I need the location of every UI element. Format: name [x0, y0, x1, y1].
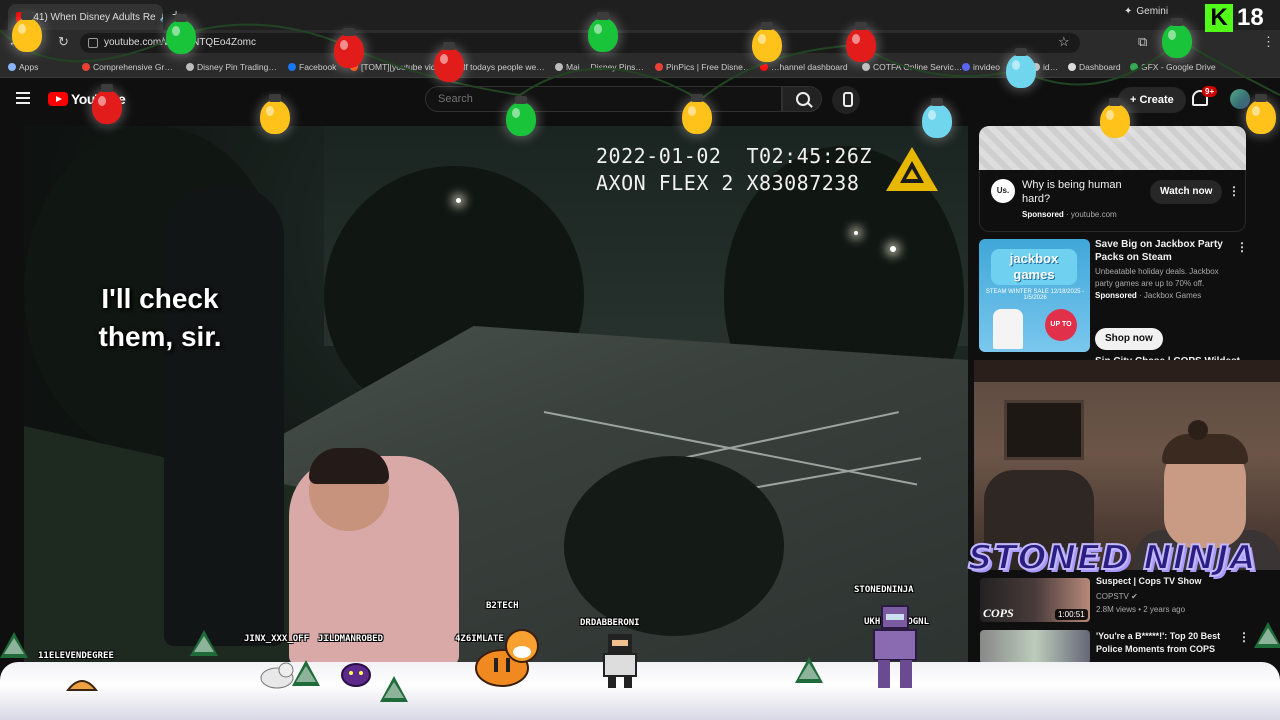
- street-light: [456, 198, 461, 203]
- more-options-icon[interactable]: ⋮: [1236, 240, 1248, 254]
- light-string-wire: [0, 23, 1280, 102]
- more-options-icon[interactable]: ⋮: [1238, 630, 1250, 644]
- christmas-bulb-icon: [434, 42, 464, 82]
- viewer-count: 18: [1237, 4, 1264, 31]
- shop-now-button[interactable]: Shop now: [1095, 328, 1163, 350]
- christmas-bulb-icon: [506, 96, 536, 136]
- christmas-bulb-icon: [260, 94, 290, 134]
- timestamp-line-1: 2022-01-02 T02:45:26Z: [596, 144, 872, 168]
- video-scene-bush: [564, 456, 784, 636]
- christmas-bulb-icon: [1162, 18, 1192, 58]
- jackbox-sale-dates: STEAM WINTER SALE 12/18/2025 - 1/5/2026: [985, 289, 1085, 301]
- axon-logo-icon: [886, 147, 938, 191]
- christmas-bulb-icon: [682, 94, 712, 134]
- christmas-bulb-icon: [922, 98, 952, 138]
- webcam-streamer-hair: [1162, 434, 1248, 464]
- verified-icon: ✔: [1131, 592, 1138, 601]
- webcam-shelf: [974, 360, 1280, 382]
- ad-description: Unbeatable holiday deals. Jackbox party …: [1095, 267, 1219, 288]
- watch-now-button[interactable]: Watch now: [1150, 180, 1223, 204]
- christmas-bulb-icon: [846, 22, 876, 62]
- channel-name: COPSTV: [1096, 592, 1129, 601]
- webcam-streamer-bun: [1188, 420, 1208, 440]
- chatter-name: DRDABBERONI: [580, 618, 640, 628]
- street-light: [890, 246, 896, 252]
- bodycam-timestamp: 2022-01-02 T02:45:26Z AXON FLEX 2 X83087…: [596, 143, 872, 197]
- christmas-bulb-icon: [1246, 94, 1276, 134]
- avatar-ninja-sprite: [603, 634, 637, 688]
- related-video-thumbnail[interactable]: [980, 630, 1090, 664]
- video-caption: I'll check them, sir.: [98, 283, 222, 352]
- seated-person-hair: [309, 448, 389, 484]
- stream-title-overlay: STONED NINJA: [967, 537, 1257, 579]
- webcam-monitor: [1004, 400, 1084, 460]
- more-options-icon[interactable]: ⋮: [1228, 184, 1240, 198]
- ad-title[interactable]: Why is being human hard?: [1022, 178, 1132, 206]
- avatar-monster-sprite: [341, 663, 371, 687]
- sponsored-ad-card[interactable]: Us. Why is being human hard? Sponsored ·…: [979, 170, 1246, 232]
- christmas-bulb-icon: [92, 84, 122, 124]
- christmas-bulb-icon: [1006, 48, 1036, 88]
- christmas-bulb-icon: [752, 22, 782, 62]
- kick-viewer-count: K 18: [1205, 4, 1264, 32]
- related-video-title[interactable]: 'You're a B*****!': Top 20 Best Police M…: [1096, 630, 1236, 656]
- ad-source: Jackbox Games: [1143, 291, 1202, 300]
- avatar-hat-sprite: [66, 680, 98, 691]
- sponsored-label: Sponsored: [1095, 291, 1137, 300]
- pine-tree-icon: [292, 660, 320, 686]
- related-video-channel[interactable]: COPSTV ✔: [1096, 592, 1138, 601]
- pine-tree-icon: [380, 676, 408, 702]
- pine-tree-icon: [795, 657, 823, 683]
- christmas-bulb-icon: [1100, 98, 1130, 138]
- timestamp-line-2: AXON FLEX 2 X83087238: [596, 171, 860, 195]
- chatter-name: JINX_XXX_OFF: [244, 634, 310, 644]
- kick-logo-icon: K: [1205, 4, 1233, 32]
- christmas-bulb-icon: [166, 14, 196, 54]
- jackbox-ad-thumbnail[interactable]: jackbox games STEAM WINTER SALE 12/18/20…: [979, 239, 1090, 352]
- video-player[interactable]: [24, 126, 968, 666]
- christmas-bulb-icon: [334, 28, 364, 68]
- street-light: [854, 231, 858, 235]
- officer-figure: [164, 186, 284, 646]
- ad-source: youtube.com: [1070, 210, 1117, 219]
- chatter-name: 11ELEVENDEGREE: [38, 651, 114, 661]
- avatar-cat-sprite: [260, 662, 294, 689]
- chatter-name: JILDMANROBED: [318, 634, 384, 644]
- pine-tree-icon: [0, 632, 28, 658]
- chatter-name: STONEDNINJA: [854, 585, 914, 595]
- pine-tree-icon: [190, 630, 218, 656]
- avatar-robot-sprite: [873, 605, 917, 688]
- sponsored-label: Sponsored: [1022, 210, 1064, 219]
- avatar-tiger-sprite: [475, 629, 539, 687]
- christmas-bulb-icon: [588, 12, 618, 52]
- chatter-name: B2TECH: [486, 601, 519, 611]
- ad-title[interactable]: Save Big on Jackbox Party Packs on Steam: [1095, 238, 1235, 264]
- christmas-bulb-icon: [12, 12, 42, 52]
- cops-logo: COPS: [983, 606, 1014, 620]
- pine-tree-icon: [1254, 622, 1280, 648]
- video-duration: 1:00:51: [1055, 609, 1088, 620]
- advertiser-logo: Us.: [991, 179, 1015, 203]
- related-video-meta: 2.8M views • 2 years ago: [1096, 605, 1186, 614]
- jackbox-logo: jackbox games: [991, 249, 1077, 285]
- ad-sponsor-line: Sponsored · youtube.com: [1022, 210, 1117, 219]
- jackbox-character: [993, 309, 1023, 349]
- ad-sponsor-line: Sponsored · Jackbox Games: [1095, 291, 1202, 300]
- jackbox-discount-badge: UP TO 70% OFF: [1045, 309, 1077, 341]
